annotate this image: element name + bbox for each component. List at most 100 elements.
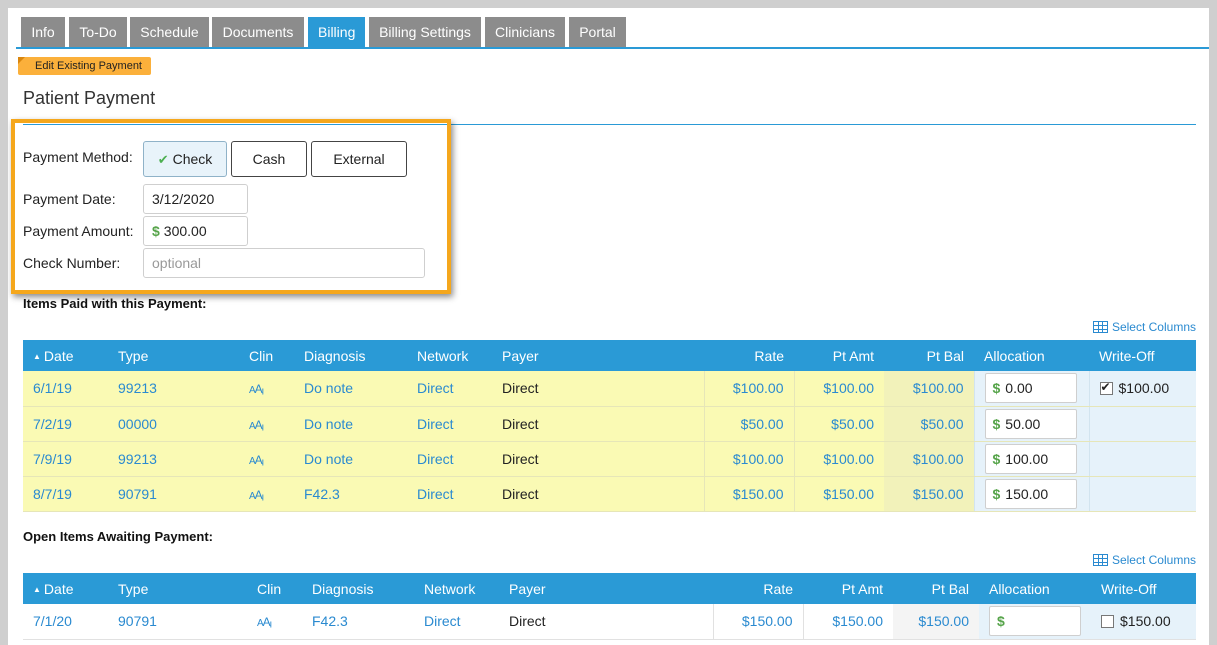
clinician-icon[interactable]: AA|| — [249, 418, 264, 432]
payment-amount-label: Payment Amount: — [23, 223, 134, 239]
clinician-icon[interactable]: AA|| — [249, 382, 264, 396]
row-pt-amt: $50.00 — [793, 406, 884, 442]
col-rate[interactable]: Rate — [704, 340, 794, 371]
write-off-amount: $150.00 — [1120, 613, 1171, 630]
payment-amount-field[interactable]: $300.00 — [143, 216, 248, 246]
tab-bar: Info To-Do Schedule Documents Billing Bi… — [8, 8, 1209, 49]
allocation-input[interactable]: $100.00 — [984, 443, 1077, 474]
allocation-input[interactable]: $0.00 — [984, 373, 1077, 404]
row-pt-bal: $150.00 — [884, 476, 974, 512]
col-pt-bal[interactable]: Pt Bal — [893, 573, 979, 604]
row-network-link[interactable]: Direct — [407, 406, 492, 442]
clinician-icon[interactable]: AA|| — [257, 615, 272, 629]
payment-date-field[interactable]: 3/12/2020 — [143, 184, 248, 214]
select-columns-label: Select Columns — [1111, 553, 1196, 567]
write-off-checkbox[interactable] — [1099, 380, 1113, 396]
allocation-input[interactable]: $ — [989, 606, 1081, 637]
col-diagnosis[interactable]: Diagnosis — [302, 573, 414, 604]
row-date-link[interactable]: 7/9/19 — [23, 441, 108, 477]
row-network-link[interactable]: Direct — [407, 476, 492, 512]
row-diagnosis-link[interactable]: Do note — [294, 406, 407, 442]
page-title: Patient Payment — [23, 88, 156, 108]
allocation-value: 0.00 — [1005, 380, 1033, 397]
write-off-checkbox[interactable] — [1101, 615, 1114, 629]
row-date-link[interactable]: 7/1/20 — [23, 604, 108, 640]
table-row: 7/9/19 99213 AA|| Do note Direct Direct … — [23, 441, 1196, 477]
table-row: 7/2/19 00000 AA|| Do note Direct Direct … — [23, 406, 1196, 442]
allocation-value: 50.00 — [1005, 415, 1041, 432]
row-payer: Direct — [492, 441, 704, 477]
select-columns-link[interactable]: Select Columns — [1092, 320, 1196, 334]
col-rate[interactable]: Rate — [713, 573, 803, 604]
row-network-link[interactable]: Direct — [414, 604, 499, 640]
row-network-link[interactable]: Direct — [407, 441, 492, 477]
tab-billing[interactable]: Billing — [308, 17, 365, 47]
method-external-button[interactable]: External — [311, 141, 407, 177]
tab-portal[interactable]: Portal — [569, 17, 626, 47]
row-pt-amt: $150.00 — [793, 476, 884, 512]
tab-billing-settings[interactable]: Billing Settings — [369, 17, 481, 47]
table-row: 8/7/19 90791 AA|| F42.3 Direct Direct $1… — [23, 476, 1196, 512]
row-pt-bal: $100.00 — [884, 441, 974, 477]
col-network[interactable]: Network — [407, 340, 492, 371]
col-clin[interactable]: Clin — [239, 340, 294, 371]
row-type-link[interactable]: 90791 — [108, 476, 239, 512]
check-number-label: Check Number: — [23, 255, 121, 271]
col-date[interactable]: ▲ Date — [23, 573, 108, 604]
col-network[interactable]: Network — [414, 573, 499, 604]
col-write-off[interactable]: Write-Off — [1089, 340, 1196, 371]
method-check-label: Check — [172, 151, 213, 167]
write-off-amount: $100.00 — [1118, 380, 1170, 397]
row-date-link[interactable]: 6/1/19 — [23, 371, 108, 407]
col-pt-amt[interactable]: Pt Amt — [803, 573, 893, 604]
col-clin[interactable]: Clin — [247, 573, 302, 604]
method-cash-button[interactable]: Cash — [231, 141, 307, 177]
row-pt-bal: $100.00 — [884, 371, 974, 407]
col-payer[interactable]: Payer — [492, 340, 704, 371]
row-type-link[interactable]: 99213 — [108, 441, 239, 477]
tab-to-do[interactable]: To-Do — [69, 17, 127, 47]
row-diagnosis-link[interactable]: F42.3 — [302, 604, 414, 640]
row-date-link[interactable]: 8/7/19 — [23, 476, 108, 512]
row-pt-bal: $50.00 — [884, 406, 974, 442]
row-payer: Direct — [492, 476, 704, 512]
tab-documents[interactable]: Documents — [212, 17, 304, 47]
check-number-field[interactable]: optional — [143, 248, 425, 278]
row-diagnosis-link[interactable]: F42.3 — [294, 476, 407, 512]
row-type-link[interactable]: 00000 — [108, 406, 239, 442]
row-type-link[interactable]: 99213 — [108, 371, 239, 407]
row-type-link[interactable]: 90791 — [108, 604, 247, 640]
row-rate: $100.00 — [703, 441, 794, 477]
allocation-input[interactable]: $150.00 — [984, 478, 1077, 509]
col-type[interactable]: Type — [108, 573, 247, 604]
clinician-icon[interactable]: AA|| — [249, 453, 264, 467]
row-network-link[interactable]: Direct — [407, 371, 492, 407]
allocation-input[interactable]: $50.00 — [984, 408, 1077, 439]
tab-info[interactable]: Info — [21, 17, 65, 47]
row-payer: Direct — [499, 604, 713, 640]
method-check-button[interactable]: ✔ Check — [143, 141, 227, 177]
col-date[interactable]: ▲ Date — [23, 340, 108, 371]
col-write-off[interactable]: Write-Off — [1091, 573, 1196, 604]
open-items-table: ▲ Date Type Clin Diagnosis Network Payer … — [23, 573, 1196, 640]
col-payer[interactable]: Payer — [499, 573, 713, 604]
col-diagnosis[interactable]: Diagnosis — [294, 340, 407, 371]
col-type[interactable]: Type — [108, 340, 239, 371]
col-allocation[interactable]: Allocation — [974, 340, 1089, 371]
table-row: 6/1/19 99213 AA|| Do note Direct Direct … — [23, 371, 1196, 407]
row-diagnosis-link[interactable]: Do note — [294, 441, 407, 477]
row-date-link[interactable]: 7/2/19 — [23, 406, 108, 442]
table-columns-icon — [1092, 554, 1108, 566]
row-diagnosis-link[interactable]: Do note — [294, 371, 407, 407]
select-columns-link[interactable]: Select Columns — [1092, 553, 1196, 567]
col-pt-bal[interactable]: Pt Bal — [884, 340, 974, 371]
col-pt-amt[interactable]: Pt Amt — [794, 340, 884, 371]
payment-amount-value: 300.00 — [163, 223, 207, 239]
tab-clinicians[interactable]: Clinicians — [485, 17, 565, 47]
col-allocation[interactable]: Allocation — [979, 573, 1091, 604]
tab-schedule[interactable]: Schedule — [130, 17, 209, 47]
row-rate: $50.00 — [703, 406, 794, 442]
write-off-cell — [1088, 441, 1196, 477]
select-columns-label: Select Columns — [1111, 320, 1196, 334]
clinician-icon[interactable]: AA|| — [249, 488, 264, 502]
